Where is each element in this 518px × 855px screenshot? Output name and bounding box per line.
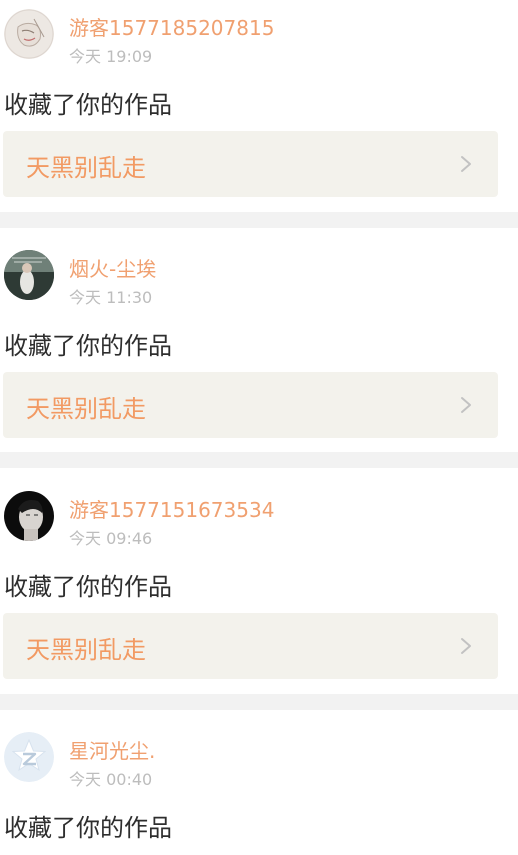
card-divider (0, 212, 518, 228)
timestamp: 今天 09:46 (69, 529, 153, 548)
avatar-photo-icon (4, 250, 54, 300)
notification-card: 游客1577185207815 今天 19:09 收藏了你的作品 天黑别乱走 (0, 0, 518, 212)
notification-card: 游客1577151673534 今天 09:46 收藏了你的作品 天黑别乱走 (0, 468, 518, 694)
work-link[interactable]: 天黑别乱走 (3, 131, 498, 197)
chevron-right-icon (461, 156, 471, 172)
timestamp: 今天 00:40 (69, 770, 153, 789)
work-title: 天黑别乱走 (26, 395, 146, 423)
timestamp: 今天 11:30 (69, 288, 153, 307)
notification-card: 星河光尘. 今天 00:40 收藏了你的作品 (0, 710, 518, 855)
qq-default-avatar-icon (4, 732, 54, 782)
action-text: 收藏了你的作品 (4, 332, 172, 360)
username[interactable]: 游客1577151673534 (69, 494, 274, 523)
username[interactable]: 游客1577185207815 (69, 12, 274, 41)
card-divider (0, 694, 518, 710)
notification-card: 烟火-尘埃 今天 11:30 收藏了你的作品 天黑别乱走 (0, 228, 518, 452)
timestamp: 今天 19:09 (69, 47, 153, 66)
work-link[interactable]: 天黑别乱走 (3, 372, 498, 438)
user-avatar[interactable] (4, 732, 54, 782)
chevron-right-icon (461, 638, 471, 654)
user-avatar[interactable] (4, 9, 54, 59)
user-avatar[interactable] (4, 491, 54, 541)
action-text: 收藏了你的作品 (4, 573, 172, 601)
work-title: 天黑别乱走 (26, 636, 146, 664)
username[interactable]: 烟火-尘埃 (69, 253, 156, 282)
work-title: 天黑别乱走 (26, 154, 146, 182)
action-text: 收藏了你的作品 (4, 814, 172, 842)
user-avatar[interactable] (4, 250, 54, 300)
card-divider (0, 452, 518, 468)
avatar-portrait-icon (4, 491, 54, 541)
work-link[interactable]: 天黑别乱走 (3, 613, 498, 679)
action-text: 收藏了你的作品 (4, 91, 172, 119)
chevron-right-icon (461, 397, 471, 413)
avatar-sketch-icon (4, 9, 54, 59)
username[interactable]: 星河光尘. (69, 735, 155, 764)
